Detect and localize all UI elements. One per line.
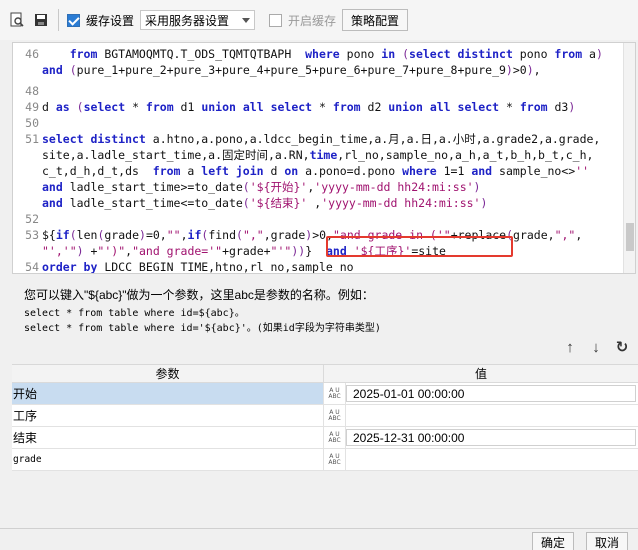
param-name: 工序 [12,405,324,426]
cache-setting-select[interactable]: 采用服务器设置 [140,10,256,30]
code-text: and ladle_start_time<=to_date('${结束}' ,'… [42,196,488,210]
line-number: 48 [25,84,39,98]
line-number: 53 [25,228,39,242]
parameter-hint: 您可以键入"${abc}"做为一个参数，这里abc是参数的名称。例如： [24,288,374,302]
line-number: 52 [25,212,39,226]
dialog-footer: 确定 取消 [0,528,638,550]
line-number: 46 [25,47,39,61]
code-text: select distinct a.htno,a.pono,a.ldcc_beg… [42,132,601,146]
sql-editor[interactable]: 46 from BGTAMOQMTQ.T_ODS_TQMTQTBAPH wher… [12,42,636,274]
scrollbar-thumb[interactable] [626,223,634,251]
param-value-input[interactable] [346,405,638,426]
code-text: d as (select * from d1 union all select … [42,100,576,114]
column-header-name[interactable]: 参数 [12,365,324,382]
grid-header: 参数 值 [12,365,638,383]
table-row[interactable]: 工序 A U ABC [12,405,638,427]
line-number: 51 [25,132,39,146]
toolbar-divider [58,9,59,31]
table-row[interactable]: 结束 A U ABC 2025-12-31 00:00:00 [12,427,638,449]
string-type-icon[interactable]: A U ABC [324,427,346,448]
cache-setting-checkbox[interactable] [67,13,80,27]
enable-cache-checkbox[interactable] [269,13,283,27]
enable-cache-label: 开启缓存 [288,13,337,28]
parameter-grid: 参数 值 开始 A U ABC 2025-01-01 00:00:00 工序 A … [12,364,638,471]
table-row[interactable]: grade A U ABC [12,449,638,471]
param-name: 结束 [12,427,324,448]
cache-setting-label: 缓存设置 [86,13,135,28]
table-row[interactable]: 开始 A U ABC 2025-01-01 00:00:00 [12,383,638,405]
param-value-input[interactable] [346,449,638,470]
cache-setting-select-value: 采用服务器设置 [145,13,230,28]
column-header-value[interactable]: 值 [324,365,638,382]
chevron-down-icon [242,17,251,23]
parameter-hint-example-2: select * from table where id='${abc}'。(如… [24,323,381,334]
cancel-button[interactable]: 取消 [586,532,628,550]
grid-actions: ↑ ↓ ↻ [562,338,630,357]
line-number: 54 [25,260,39,274]
ok-button[interactable]: 确定 [532,532,574,550]
refresh-icon[interactable]: ↻ [614,338,630,356]
param-value-input[interactable]: 2025-12-31 00:00:00 [346,429,636,446]
code-text: c_t,d_h,d_t,ds from a left join d on a.p… [42,164,590,178]
param-name: grade [12,449,324,470]
strategy-config-button[interactable]: 策略配置 [342,9,409,31]
param-name: 开始 [12,383,324,404]
highlight-annotation-box [326,236,513,257]
string-type-icon[interactable]: A U ABC [324,405,346,426]
code-text: and (pure_1+pure_2+pure_3+pure_4+pure_5+… [42,63,541,77]
code-text: site,a.ladle_start_time,a.固定时间,a.RN,time… [42,148,594,162]
string-type-icon[interactable]: A U ABC [324,449,346,470]
param-value-input[interactable]: 2025-01-01 00:00:00 [346,385,636,402]
save-icon[interactable] [32,11,50,29]
move-down-icon[interactable]: ↓ [588,338,604,356]
string-type-icon[interactable]: A U ABC [324,383,346,404]
editor-scrollbar[interactable] [623,43,635,273]
line-number: 49 [25,100,39,114]
code-text: and ladle_start_time>=to_date('${开始}','y… [42,180,481,194]
search-document-icon[interactable] [8,11,26,29]
line-number: 50 [25,116,39,130]
toolbar: 缓存设置 采用服务器设置 开启缓存 策略配置 [0,0,638,40]
code-text: from BGTAMOQMTQ.T_ODS_TQMTQTBAPH where p… [42,47,603,61]
code-text: order by LDCC_BEGIN_TIME,htno,rl_no,samp… [42,260,354,274]
parameter-hint-example-1: select * from table where id=${abc}。 [24,308,245,319]
move-up-icon[interactable]: ↑ [562,338,578,356]
